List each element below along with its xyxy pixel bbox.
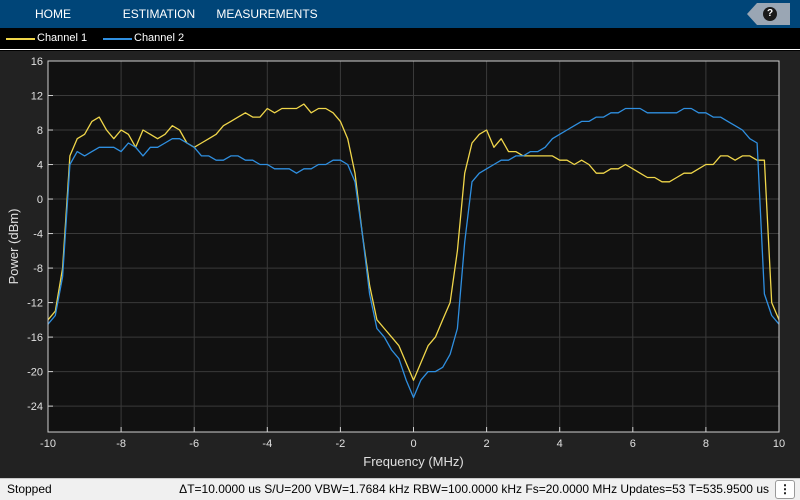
x-tick-label: 0 — [410, 438, 416, 450]
y-tick-label: 12 — [31, 91, 43, 103]
help-button[interactable]: ? — [747, 3, 790, 25]
spectrum-chart[interactable]: -10 -8 -6 -4 -2 0 2 4 6 8 101612840-4-8-12-16-20-2… — [0, 51, 800, 478]
y-tick-label: -20 — [27, 367, 43, 379]
status-state: Stopped — [7, 482, 52, 496]
plot-area: -10 -8 -6 -4 -2 0 2 4 6 8 10 16 12 8 4 0 -4 -8 -12 -16 -20 -2… — [0, 51, 800, 478]
y-axis-label: Power (dBm) — [6, 209, 21, 285]
legend: Channel 1 Channel 2 — [0, 28, 800, 50]
x-tick-label: -6 — [189, 438, 199, 450]
help-icon[interactable]: ? — [763, 7, 777, 21]
x-axis-label: Frequency (MHz) — [363, 454, 463, 469]
x-tick-label: -10 — [40, 438, 56, 450]
tab-estimation[interactable]: ESTIMATION — [118, 0, 200, 28]
y-tick-label: -8 — [33, 263, 43, 275]
y-tick-label: 4 — [37, 160, 43, 172]
y-tick-label: -24 — [27, 401, 43, 413]
tab-measurements[interactable]: MEASUREMENTS — [214, 0, 320, 28]
legend-line-channel-2 — [103, 38, 132, 40]
toolstrip: HOME ESTIMATION MEASUREMENTS ? — [0, 0, 800, 28]
x-tick-label: -4 — [262, 438, 272, 450]
x-tick-label: 6 — [630, 438, 636, 450]
x-tick-label: -8 — [116, 438, 126, 450]
y-tick-label: -12 — [27, 298, 43, 310]
y-tick-label: -4 — [33, 229, 43, 241]
legend-line-channel-1 — [6, 38, 35, 40]
status-bar: Stopped ΔT=10.0000 us S/U=200 VBW=1.7684… — [0, 478, 800, 500]
legend-label-channel-1[interactable]: Channel 1 — [37, 28, 87, 48]
legend-label-channel-2[interactable]: Channel 2 — [134, 28, 184, 48]
x-tick-label: -2 — [336, 438, 346, 450]
y-tick-label: -16 — [27, 332, 43, 344]
x-tick-label: 10 — [773, 438, 785, 450]
x-tick-label: 2 — [484, 438, 490, 450]
tab-home[interactable]: HOME — [24, 0, 82, 28]
x-tick-label: 8 — [703, 438, 709, 450]
status-info: ΔT=10.0000 us S/U=200 VBW=1.7684 kHz RBW… — [179, 482, 769, 496]
status-menu-icon[interactable]: ⋮ — [775, 480, 795, 499]
y-tick-label: 8 — [37, 125, 43, 137]
y-tick-label: 16 — [31, 56, 43, 68]
y-tick-label: 0 — [37, 194, 43, 206]
x-tick-label: 4 — [557, 438, 563, 450]
